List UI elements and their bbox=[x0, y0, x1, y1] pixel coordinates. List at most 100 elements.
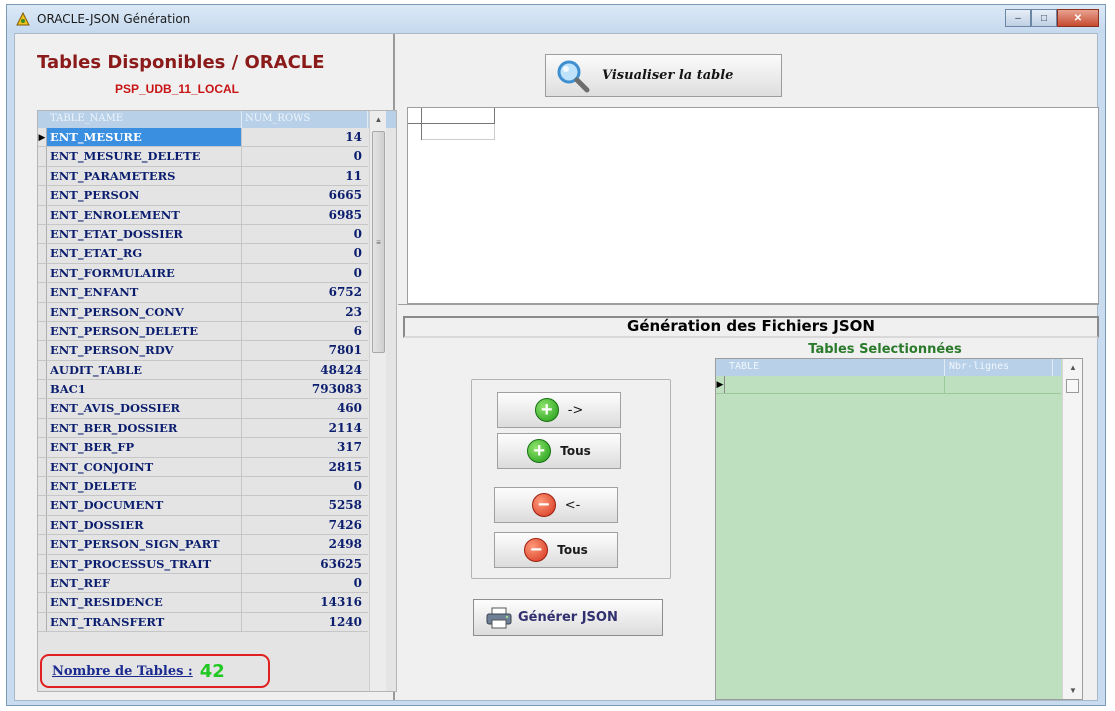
row-marker[interactable] bbox=[38, 554, 47, 573]
table-name-cell[interactable]: ENT_DELETE bbox=[47, 477, 242, 496]
num-rows-cell[interactable]: 0 bbox=[242, 264, 368, 282]
num-rows-cell[interactable]: 6752 bbox=[242, 283, 368, 301]
table-row[interactable]: AUDIT_TABLE 48424 bbox=[38, 360, 368, 381]
num-rows-cell[interactable]: 0 bbox=[242, 574, 368, 592]
add-table-button[interactable]: + -> bbox=[497, 392, 621, 428]
row-marker[interactable] bbox=[38, 205, 47, 224]
table-name-cell[interactable]: ENT_CONJOINT bbox=[47, 457, 242, 477]
num-rows-cell[interactable]: 5258 bbox=[242, 496, 368, 514]
column-header-table-name[interactable]: TABLE_NAME bbox=[47, 111, 242, 128]
table-row[interactable]: ▶ ENT_MESURE 14 bbox=[38, 128, 368, 148]
table-row[interactable]: BAC1 793083 bbox=[38, 380, 368, 400]
num-rows-cell[interactable]: 6985 bbox=[242, 206, 368, 224]
num-rows-cell[interactable]: 0 bbox=[242, 147, 368, 165]
num-rows-cell[interactable]: 14316 bbox=[242, 593, 368, 611]
num-rows-cell[interactable]: 14 bbox=[242, 128, 368, 146]
table-row[interactable]: ENT_DOCUMENT 5258 bbox=[38, 496, 368, 516]
row-marker[interactable] bbox=[38, 166, 47, 186]
num-rows-cell[interactable]: 793083 bbox=[242, 380, 368, 398]
scroll-down-icon[interactable]: ▼ bbox=[1063, 682, 1083, 699]
table-row[interactable]: ENT_ETAT_DOSSIER 0 bbox=[38, 224, 368, 245]
table-preview-grid[interactable] bbox=[407, 107, 1099, 304]
table-name-cell[interactable]: ENT_PERSON_RDV bbox=[47, 341, 242, 360]
add-all-button[interactable]: + Tous bbox=[497, 433, 621, 469]
row-marker[interactable] bbox=[38, 341, 47, 360]
table-name-cell[interactable]: ENT_PERSON_CONV bbox=[47, 302, 242, 321]
table-name-cell[interactable]: ENT_DOCUMENT bbox=[47, 496, 242, 515]
num-rows-cell[interactable]: 0 bbox=[242, 244, 368, 262]
table-row[interactable]: ENT_PERSON_CONV 23 bbox=[38, 302, 368, 322]
view-table-button[interactable]: Visualiser la table bbox=[545, 54, 782, 97]
row-marker[interactable] bbox=[38, 244, 47, 263]
row-marker[interactable] bbox=[38, 438, 47, 457]
num-rows-cell[interactable]: 63625 bbox=[242, 555, 368, 573]
table-row[interactable]: ENT_FORMULAIRE 0 bbox=[38, 263, 368, 284]
row-marker[interactable] bbox=[38, 593, 47, 612]
num-rows-cell[interactable]: 460 bbox=[242, 399, 368, 417]
scroll-up-icon[interactable]: ▲ bbox=[370, 111, 387, 128]
table-name-cell[interactable]: ENT_AVIS_DOSSIER bbox=[47, 399, 242, 418]
table-name-cell[interactable]: AUDIT_TABLE bbox=[47, 360, 242, 380]
table-row[interactable]: ▶ bbox=[716, 376, 1061, 394]
table-name-cell[interactable]: ENT_FORMULAIRE bbox=[47, 263, 242, 283]
row-marker[interactable] bbox=[38, 224, 47, 244]
table-name-cell[interactable]: ENT_ETAT_RG bbox=[47, 244, 242, 263]
selected-grid-scrollbar[interactable]: ▲ ▼ bbox=[1062, 359, 1082, 699]
table-row[interactable]: ENT_DOSSIER 7426 bbox=[38, 515, 368, 536]
row-marker[interactable] bbox=[38, 418, 47, 438]
row-marker[interactable] bbox=[38, 399, 47, 418]
table-name-cell[interactable]: ENT_REF bbox=[47, 573, 242, 593]
num-rows-cell[interactable]: 48424 bbox=[242, 361, 368, 379]
table-name-cell[interactable]: ENT_ETAT_DOSSIER bbox=[47, 224, 242, 244]
table-row[interactable]: ENT_DELETE 0 bbox=[38, 477, 368, 497]
num-rows-cell[interactable]: 0 bbox=[242, 225, 368, 243]
num-rows-cell[interactable]: 6665 bbox=[242, 186, 368, 204]
table-name-cell[interactable]: ENT_BER_DOSSIER bbox=[47, 418, 242, 438]
row-marker[interactable] bbox=[38, 477, 47, 496]
row-marker[interactable] bbox=[38, 360, 47, 380]
close-button[interactable]: ✕ bbox=[1057, 9, 1099, 27]
table-row[interactable]: ENT_ETAT_RG 0 bbox=[38, 244, 368, 264]
table-name-cell[interactable]: ENT_TRANSFERT bbox=[47, 612, 242, 632]
num-rows-cell[interactable]: 2498 bbox=[242, 535, 368, 553]
row-marker[interactable] bbox=[38, 457, 47, 477]
row-marker[interactable] bbox=[38, 573, 47, 593]
table-row[interactable]: ENT_PERSON_SIGN_PART 2498 bbox=[38, 535, 368, 555]
table-row[interactable]: ENT_PROCESSUS_TRAIT 63625 bbox=[38, 554, 368, 574]
row-marker[interactable] bbox=[38, 612, 47, 632]
row-marker[interactable] bbox=[38, 515, 47, 535]
num-rows-cell[interactable]: 7801 bbox=[242, 341, 368, 359]
num-rows-cell[interactable]: 317 bbox=[242, 438, 368, 456]
table-row[interactable]: ENT_CONJOINT 2815 bbox=[38, 457, 368, 478]
row-marker[interactable] bbox=[38, 535, 47, 554]
grid-scrollbar[interactable]: ▲ ≡ bbox=[369, 111, 386, 691]
generate-json-button[interactable]: Générer JSON bbox=[473, 599, 663, 636]
table-name-cell[interactable]: ENT_DOSSIER bbox=[47, 515, 242, 535]
table-name-cell[interactable]: ENT_PERSON_SIGN_PART bbox=[47, 535, 242, 554]
scroll-up-icon[interactable]: ▲ bbox=[1063, 359, 1083, 376]
table-name-cell[interactable]: ENT_BER_FP bbox=[47, 438, 242, 457]
table-name-cell[interactable]: ENT_MESURE bbox=[47, 128, 242, 147]
row-marker[interactable] bbox=[38, 186, 47, 205]
table-row[interactable]: ENT_PERSON_RDV 7801 bbox=[38, 341, 368, 361]
table-row[interactable]: ENT_PERSON_DELETE 6 bbox=[38, 321, 368, 342]
num-rows-cell[interactable]: 6 bbox=[242, 322, 368, 340]
table-row[interactable]: ENT_MESURE_DELETE 0 bbox=[38, 147, 368, 167]
table-row[interactable]: ENT_ENROLEMENT 6985 bbox=[38, 205, 368, 225]
table-row[interactable]: ENT_PERSON 6665 bbox=[38, 186, 368, 206]
table-row[interactable]: ENT_PARAMETERS 11 bbox=[38, 166, 368, 187]
num-rows-cell[interactable]: 23 bbox=[242, 303, 368, 321]
scroll-thumb[interactable]: ≡ bbox=[372, 131, 385, 353]
row-marker[interactable] bbox=[38, 263, 47, 283]
num-rows-cell[interactable]: 11 bbox=[242, 167, 368, 185]
selected-tables-grid[interactable]: TABLE Nbr-lignes ▶ ▲ ▼ bbox=[715, 358, 1083, 700]
grid-cell[interactable] bbox=[945, 376, 1053, 393]
table-name-cell[interactable]: ENT_ENFANT bbox=[47, 283, 242, 302]
num-rows-cell[interactable]: 2114 bbox=[242, 419, 368, 437]
row-marker-icon[interactable]: ▶ bbox=[38, 128, 47, 147]
row-marker[interactable] bbox=[38, 302, 47, 321]
table-name-cell[interactable]: ENT_PERSON_DELETE bbox=[47, 321, 242, 341]
row-marker[interactable] bbox=[38, 496, 47, 515]
table-name-cell[interactable]: ENT_MESURE_DELETE bbox=[47, 147, 242, 166]
table-row[interactable]: ENT_ENFANT 6752 bbox=[38, 283, 368, 303]
